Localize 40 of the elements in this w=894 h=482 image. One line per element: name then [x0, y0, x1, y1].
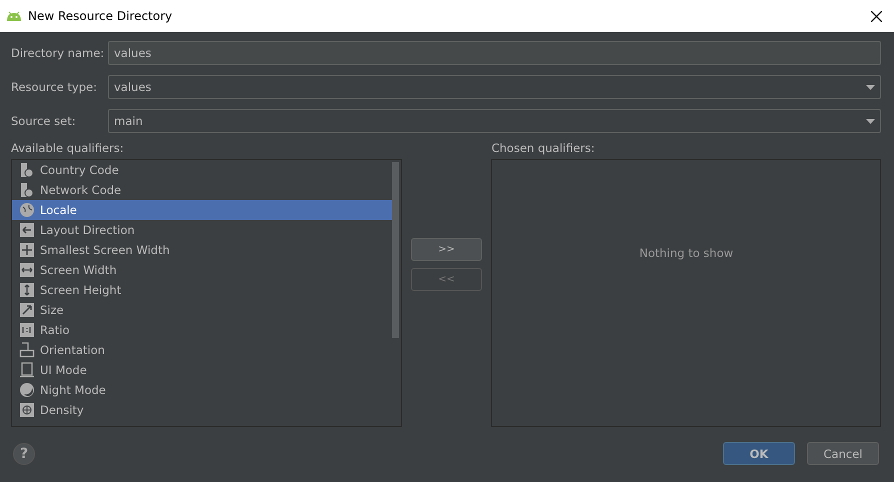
section-label: Chosen qualifiers:	[491, 141, 596, 157]
field-label: Resource type:	[11, 80, 98, 94]
list-item[interactable]: Night Mode	[12, 380, 392, 400]
dropdown[interactable]: values	[108, 75, 881, 99]
list-item[interactable]: Orientation	[12, 340, 392, 360]
list-item[interactable]: Layout Direction	[12, 220, 392, 240]
list-item[interactable]: Country Code	[12, 160, 392, 180]
vertical-arrows-icon	[19, 282, 35, 298]
list-item[interactable]: Screen Width	[12, 260, 392, 280]
scrollbar-thumb[interactable]	[392, 162, 399, 338]
close-icon[interactable]	[871, 10, 882, 22]
list-item[interactable]: Locale	[12, 200, 392, 220]
section-label: Available qualifiers:	[11, 141, 125, 157]
window-title: New Resource Directory	[28, 9, 174, 23]
dropdown-arrow-icon	[866, 118, 875, 124]
moon-icon	[19, 382, 35, 398]
list-item[interactable]: Smallest Screen Width	[12, 240, 392, 260]
help-button[interactable]: ?	[13, 442, 35, 464]
list-item[interactable]: Density	[12, 400, 392, 420]
list-item[interactable]: Size	[12, 300, 392, 320]
horizontal-arrows-icon	[19, 262, 35, 278]
list-item[interactable]: Screen Height	[12, 280, 392, 300]
ratio-icon	[19, 322, 35, 338]
diagonal-arrow-icon	[19, 302, 35, 318]
list-item[interactable]: UI Mode	[12, 360, 392, 380]
text-field[interactable]: values	[108, 41, 881, 65]
android-icon	[6, 11, 22, 21]
orientation-icon	[19, 342, 35, 358]
list-item[interactable]: Network Code	[12, 180, 392, 200]
cancel-button[interactable]: Cancel	[807, 442, 879, 465]
monitor-icon	[19, 362, 35, 378]
dropdown[interactable]: main	[108, 109, 881, 133]
list-item[interactable]: Ratio	[12, 320, 392, 340]
ok-button[interactable]: OK	[723, 442, 795, 465]
field-label: Directory name:	[11, 46, 106, 60]
dropdown-arrow-icon	[866, 84, 875, 90]
four-arrows-icon	[19, 242, 35, 258]
field-label: Source set:	[11, 114, 77, 128]
move-button[interactable]: >>	[410, 238, 482, 261]
empty-message: Nothing to show	[639, 246, 734, 260]
